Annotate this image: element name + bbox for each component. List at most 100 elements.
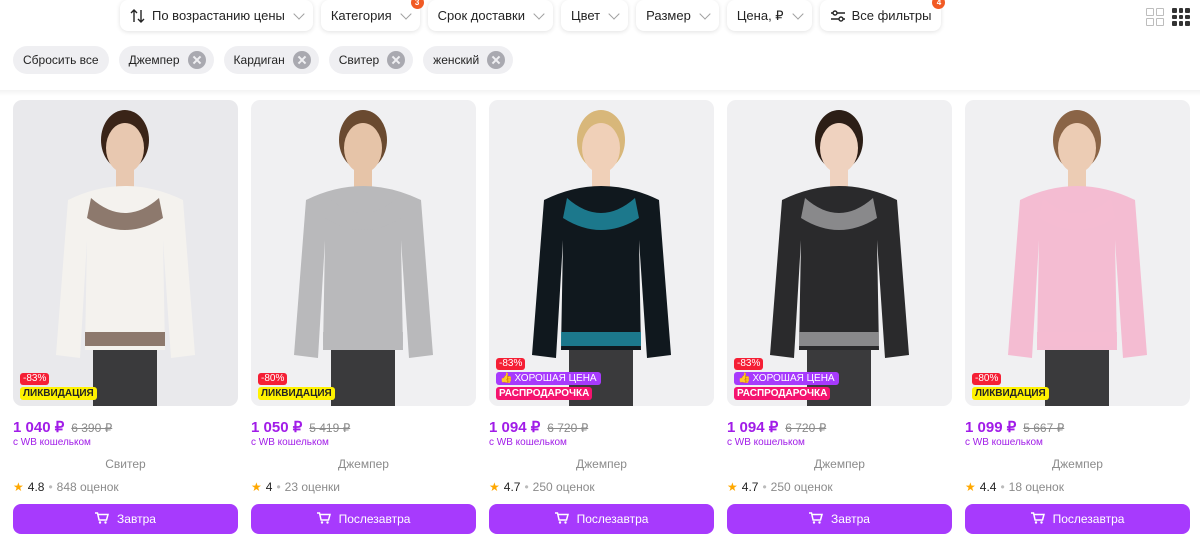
model-illustration xyxy=(294,110,433,406)
product-image[interactable]: -80% ЛИКВИДАЦИЯ xyxy=(251,100,476,406)
all-filters-button[interactable]: Все фильтры 4 xyxy=(819,0,946,31)
product-category: Джемпер xyxy=(814,457,865,471)
delivery-filter[interactable]: Срок доставки xyxy=(427,0,553,31)
product-image[interactable]: -83% 👍 ХОРОШАЯ ЦЕНА РАСПРОДАРОЧКА xyxy=(727,100,952,406)
filter-bar: По возрастанию цены Категория 3 Срок дос… xyxy=(120,0,946,33)
product-rating: ★ 4.7 • 250 оценок xyxy=(727,480,952,494)
chip-female[interactable]: женский xyxy=(423,46,514,74)
close-icon[interactable] xyxy=(487,51,506,69)
product-category: Джемпер xyxy=(338,457,389,471)
view-toggles xyxy=(1146,8,1190,26)
product-price: 1 040 ₽ xyxy=(13,419,65,436)
product-category: Джемпер xyxy=(1052,457,1103,471)
reviews-count[interactable]: 250 оценок xyxy=(771,480,833,494)
size-filter-label: Размер xyxy=(646,8,691,23)
delivery-date: Послезавтра xyxy=(1052,512,1125,526)
product-card[interactable]: -80% ЛИКВИДАЦИЯ 1 050 ₽ 5 419 ₽ с WB кош… xyxy=(251,100,476,534)
reset-all-label: Сбросить все xyxy=(23,53,99,67)
cart-icon xyxy=(316,511,331,527)
chip-jumper[interactable]: Джемпер xyxy=(118,46,214,74)
rating-value: 4.7 xyxy=(503,480,521,494)
close-icon[interactable] xyxy=(387,51,406,69)
product-old-price: 5 419 ₽ xyxy=(309,421,351,435)
product-rating: ★ 4.8 • 848 оценок xyxy=(13,480,238,494)
cart-icon xyxy=(1030,511,1045,527)
discount-badge: -83% xyxy=(496,358,526,370)
product-old-price: 5 667 ₽ xyxy=(1023,421,1065,435)
grid-large-view-icon[interactable] xyxy=(1146,8,1164,26)
chevron-down-icon xyxy=(533,7,545,20)
liquidation-badge: ЛИКВИДАЦИЯ xyxy=(972,387,1049,400)
dot-separator: • xyxy=(276,480,281,494)
product-image[interactable]: -80% ЛИКВИДАЦИЯ xyxy=(965,100,1190,406)
divider xyxy=(0,90,1200,96)
product-price: 1 094 ₽ xyxy=(489,419,541,436)
discount-badge: -80% xyxy=(258,373,288,385)
dot-separator: • xyxy=(48,480,53,494)
product-old-price: 6 390 ₽ xyxy=(71,421,113,435)
category-filter[interactable]: Категория 3 xyxy=(320,0,424,31)
dot-separator: • xyxy=(1000,480,1005,494)
category-filter-label: Категория xyxy=(330,8,392,23)
color-filter[interactable]: Цвет xyxy=(560,0,629,31)
sweater-hem xyxy=(85,332,165,346)
active-filter-chips: Сбросить все Джемпер Кардиган Свитер жен… xyxy=(13,46,514,74)
product-image[interactable]: -83% ЛИКВИДАЦИЯ xyxy=(13,100,238,406)
grid-small-view-icon[interactable] xyxy=(1172,8,1190,26)
sort-dropdown[interactable]: По возрастанию цены xyxy=(120,0,313,31)
add-to-cart-button[interactable]: Завтра xyxy=(727,504,952,534)
chip-label: женский xyxy=(433,53,480,67)
add-to-cart-button[interactable]: Послезавтра xyxy=(251,504,476,534)
reviews-count[interactable]: 250 оценок xyxy=(533,480,595,494)
price-filter[interactable]: Цена, ₽ xyxy=(726,0,812,31)
product-image[interactable]: -83% 👍 ХОРОШАЯ ЦЕНА РАСПРОДАРОЧКА xyxy=(489,100,714,406)
chip-sweater[interactable]: Свитер xyxy=(328,46,414,74)
close-icon[interactable] xyxy=(292,51,311,69)
add-to-cart-button[interactable]: Послезавтра xyxy=(489,504,714,534)
add-to-cart-button[interactable]: Послезавтра xyxy=(965,504,1190,534)
price-filter-label: Цена, ₽ xyxy=(736,7,784,23)
sale-badge: РАСПРОДАРОЧКА xyxy=(496,387,593,400)
delivery-date: Послезавтра xyxy=(576,512,649,526)
good-price-label: ХОРОШАЯ ЦЕНА xyxy=(752,373,835,384)
chevron-down-icon xyxy=(293,7,305,20)
model-face xyxy=(582,123,620,173)
reset-all-chip[interactable]: Сбросить все xyxy=(13,46,109,74)
rating-value: 4.4 xyxy=(979,480,997,494)
sale-badge: РАСПРОДАРОЧКА xyxy=(734,387,831,400)
wallet-note: с WB кошельком xyxy=(251,437,329,448)
sort-icon xyxy=(130,8,146,23)
star-icon: ★ xyxy=(965,480,976,494)
reviews-count[interactable]: 23 оценки xyxy=(285,480,340,494)
reviews-count[interactable]: 848 оценок xyxy=(57,480,119,494)
product-price: 1 099 ₽ xyxy=(965,419,1017,436)
sweater-hem xyxy=(323,332,403,346)
delivery-date: Послезавтра xyxy=(338,512,411,526)
close-icon[interactable] xyxy=(187,51,206,69)
model-face xyxy=(820,123,858,173)
chevron-down-icon xyxy=(791,7,804,20)
product-rating: ★ 4.4 • 18 оценок xyxy=(965,480,1190,494)
cart-icon xyxy=(809,511,824,527)
size-filter[interactable]: Размер xyxy=(636,0,719,31)
reviews-count[interactable]: 18 оценок xyxy=(1009,480,1064,494)
good-price-badge: 👍 ХОРОШАЯ ЦЕНА xyxy=(734,372,839,385)
product-card[interactable]: -83% ЛИКВИДАЦИЯ 1 040 ₽ 6 390 ₽ с WB кош… xyxy=(13,100,238,534)
chip-cardigan[interactable]: Кардиган xyxy=(223,46,319,74)
rating-value: 4.7 xyxy=(741,480,759,494)
sweater-hem xyxy=(561,332,641,346)
rating-value: 4.8 xyxy=(27,480,45,494)
product-card[interactable]: -80% ЛИКВИДАЦИЯ 1 099 ₽ 5 667 ₽ с WB кош… xyxy=(965,100,1190,534)
good-price-label: ХОРОШАЯ ЦЕНА xyxy=(514,373,597,384)
product-card[interactable]: -83% 👍 ХОРОШАЯ ЦЕНА РАСПРОДАРОЧКА 1 094 … xyxy=(489,100,714,534)
sliders-icon xyxy=(830,9,846,23)
wallet-note: с WB кошельком xyxy=(727,437,805,448)
product-rating: ★ 4 • 23 оценки xyxy=(251,480,476,494)
product-old-price: 6 720 ₽ xyxy=(785,421,827,435)
star-icon: ★ xyxy=(727,480,738,494)
add-to-cart-button[interactable]: Завтра xyxy=(13,504,238,534)
product-card[interactable]: -83% 👍 ХОРОШАЯ ЦЕНА РАСПРОДАРОЧКА 1 094 … xyxy=(727,100,952,534)
product-category: Свитер xyxy=(105,457,146,471)
badges: -83% ЛИКВИДАЦИЯ xyxy=(20,373,97,400)
cart-icon xyxy=(554,511,569,527)
